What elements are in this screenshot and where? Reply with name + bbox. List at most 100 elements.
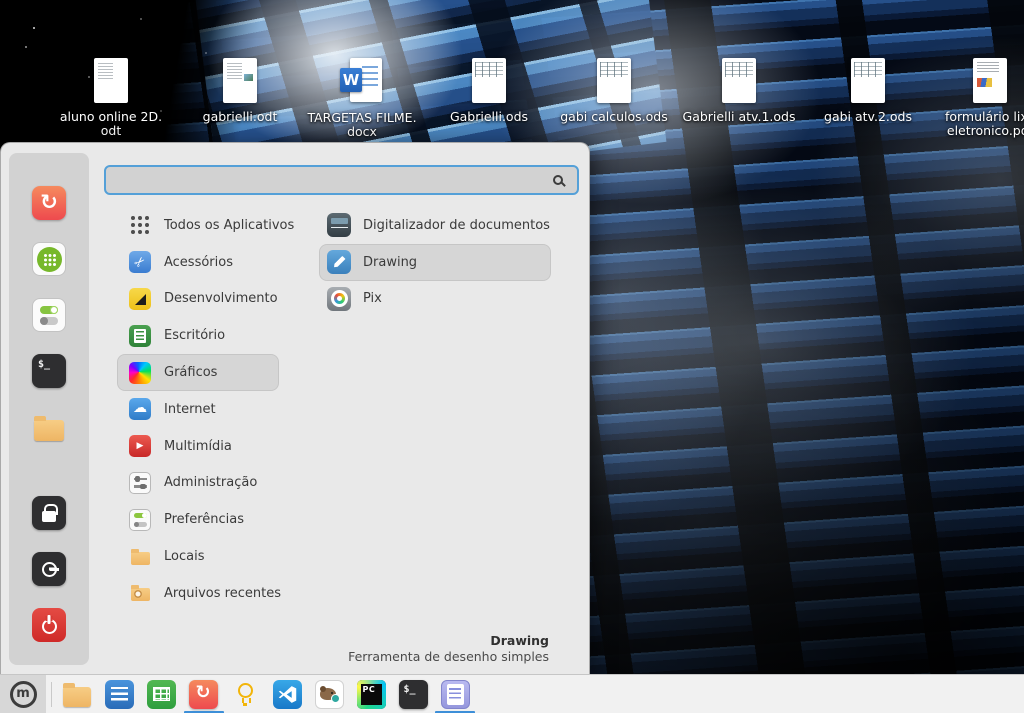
libreoffice-writer-launcher[interactable]	[104, 679, 134, 709]
ods-file-icon	[722, 58, 756, 103]
graphics-icon	[129, 362, 151, 384]
places-folder-icon	[129, 546, 151, 568]
search-box	[104, 165, 579, 195]
ods-file-icon	[472, 58, 506, 103]
system-settings-icon	[32, 298, 66, 332]
search-icon	[553, 175, 563, 185]
taskbar-separator	[51, 682, 52, 707]
category-internet[interactable]: ☁ Internet	[117, 391, 279, 428]
file-label: aluno online 2D. odt	[60, 110, 162, 137]
accessories-icon: ✂	[129, 251, 151, 273]
selected-app-info: Drawing Ferramenta de desenho simples	[348, 633, 549, 664]
taskbar: m ↻ PC $_	[0, 674, 1024, 713]
pycharm-icon: PC	[357, 680, 386, 709]
color-temperature-launcher[interactable]	[230, 679, 260, 709]
ods-file-icon	[597, 58, 631, 103]
search-input[interactable]	[106, 167, 553, 193]
file-label: gabi atv.2.ods	[824, 110, 912, 124]
category-development[interactable]: Desenvolvimento	[117, 281, 279, 318]
category-graphics[interactable]: Gráficos	[117, 354, 279, 391]
app-pix[interactable]: Pix	[319, 281, 551, 318]
file-label: gabrielli.odt	[203, 110, 278, 124]
terminal-icon: $_	[32, 354, 66, 388]
all-apps-grid-icon	[129, 214, 151, 236]
lightbulb-icon	[238, 683, 253, 698]
desktop-icon[interactable]: Gabrielli atv.1.ods	[679, 58, 799, 124]
category-multimedia[interactable]: ▶ Multimídia	[117, 428, 279, 465]
menu-sidebar: ↻ $_	[9, 153, 89, 665]
terminal-launcher[interactable]: $_	[398, 679, 428, 709]
shutdown-icon	[32, 608, 66, 642]
word-file-icon: W	[340, 58, 384, 104]
office-icon	[129, 325, 151, 347]
libreoffice-writer-icon	[105, 680, 134, 709]
dbeaver-launcher[interactable]	[314, 679, 344, 709]
libreoffice-calc-icon	[147, 680, 176, 709]
category-office[interactable]: Escritório	[117, 317, 279, 354]
desktop-icon[interactable]: gabrielli.odt	[180, 58, 300, 124]
file-label: formulário lixo eletronico.pdf	[945, 110, 1024, 137]
desktop-icon[interactable]: formulário lixo eletronico.pdf	[930, 58, 1024, 137]
pdf-file-icon	[973, 58, 1007, 103]
wallpaper-stars	[33, 27, 35, 29]
internet-icon: ☁	[129, 398, 151, 420]
odt-file-icon	[223, 58, 257, 103]
lock-screen-icon	[32, 496, 66, 530]
system-settings-button[interactable]	[31, 297, 67, 333]
mint-menu-button[interactable]: m	[0, 675, 46, 713]
drawing-app-icon	[327, 250, 351, 274]
administration-icon	[129, 472, 151, 494]
logout-icon	[32, 552, 66, 586]
logout-button[interactable]	[31, 551, 67, 587]
document-viewer-icon	[441, 680, 470, 709]
file-label: TARGETAS FILME. docx	[307, 111, 416, 138]
mint-menu-icon: m	[10, 681, 37, 708]
category-preferences[interactable]: Preferências	[117, 501, 279, 538]
software-manager-button[interactable]	[31, 241, 67, 277]
desktop-icon[interactable]: gabi atv.2.ods	[808, 58, 928, 124]
recent-files-icon	[129, 582, 151, 604]
file-label: gabi calculos.ods	[560, 110, 667, 124]
category-administration[interactable]: Administração	[117, 465, 279, 502]
file-label: Gabrielli.ods	[450, 110, 528, 124]
taskbar-launchers: ↻ PC $_	[62, 675, 470, 713]
files-folder-icon	[34, 420, 64, 441]
preferences-icon	[129, 509, 151, 531]
desktop-icon[interactable]: gabi calculos.ods	[554, 58, 674, 124]
shutdown-button[interactable]	[31, 607, 67, 643]
desktop-icon[interactable]: Gabrielli.ods	[429, 58, 549, 124]
desktop-icon[interactable]: W TARGETAS FILME. docx	[302, 58, 422, 138]
ods-file-icon	[851, 58, 885, 103]
files-folder-icon	[63, 687, 91, 707]
document-viewer-launcher[interactable]	[440, 679, 470, 709]
app-info-description: Ferramenta de desenho simples	[348, 649, 549, 664]
category-list: Todos os Aplicativos ✂ Acessórios Desenv…	[117, 207, 279, 612]
category-all-apps[interactable]: Todos os Aplicativos	[117, 207, 279, 244]
dbeaver-icon	[315, 680, 344, 709]
file-label: Gabrielli atv.1.ods	[683, 110, 796, 124]
category-recent-files[interactable]: Arquivos recentes	[117, 575, 279, 612]
refresh-app-button[interactable]: ↻	[31, 185, 67, 221]
software-manager-icon	[32, 242, 66, 276]
refresh-app-icon: ↻	[32, 186, 66, 220]
terminal-icon: $_	[399, 680, 428, 709]
category-places[interactable]: Locais	[117, 538, 279, 575]
vscode-launcher[interactable]	[272, 679, 302, 709]
app-list: Digitalizador de documentos Drawing Pix	[319, 207, 551, 317]
vscode-icon	[273, 680, 302, 709]
document-scanner-icon	[327, 213, 351, 237]
app-document-scanner[interactable]: Digitalizador de documentos	[319, 207, 551, 244]
terminal-button[interactable]: $_	[31, 353, 67, 389]
lock-screen-button[interactable]	[31, 495, 67, 531]
category-accessories[interactable]: ✂ Acessórios	[117, 244, 279, 281]
files-launcher[interactable]	[62, 679, 92, 709]
desktop-icon[interactable]: aluno online 2D. odt	[51, 58, 171, 137]
pycharm-launcher[interactable]: PC	[356, 679, 386, 709]
libreoffice-calc-launcher[interactable]	[146, 679, 176, 709]
odt-file-icon	[94, 58, 128, 103]
files-button[interactable]	[31, 410, 67, 446]
refresh-app-icon: ↻	[189, 680, 218, 709]
refresh-app-launcher[interactable]: ↻	[188, 679, 218, 709]
app-drawing[interactable]: Drawing	[319, 244, 551, 281]
multimedia-icon: ▶	[129, 435, 151, 457]
